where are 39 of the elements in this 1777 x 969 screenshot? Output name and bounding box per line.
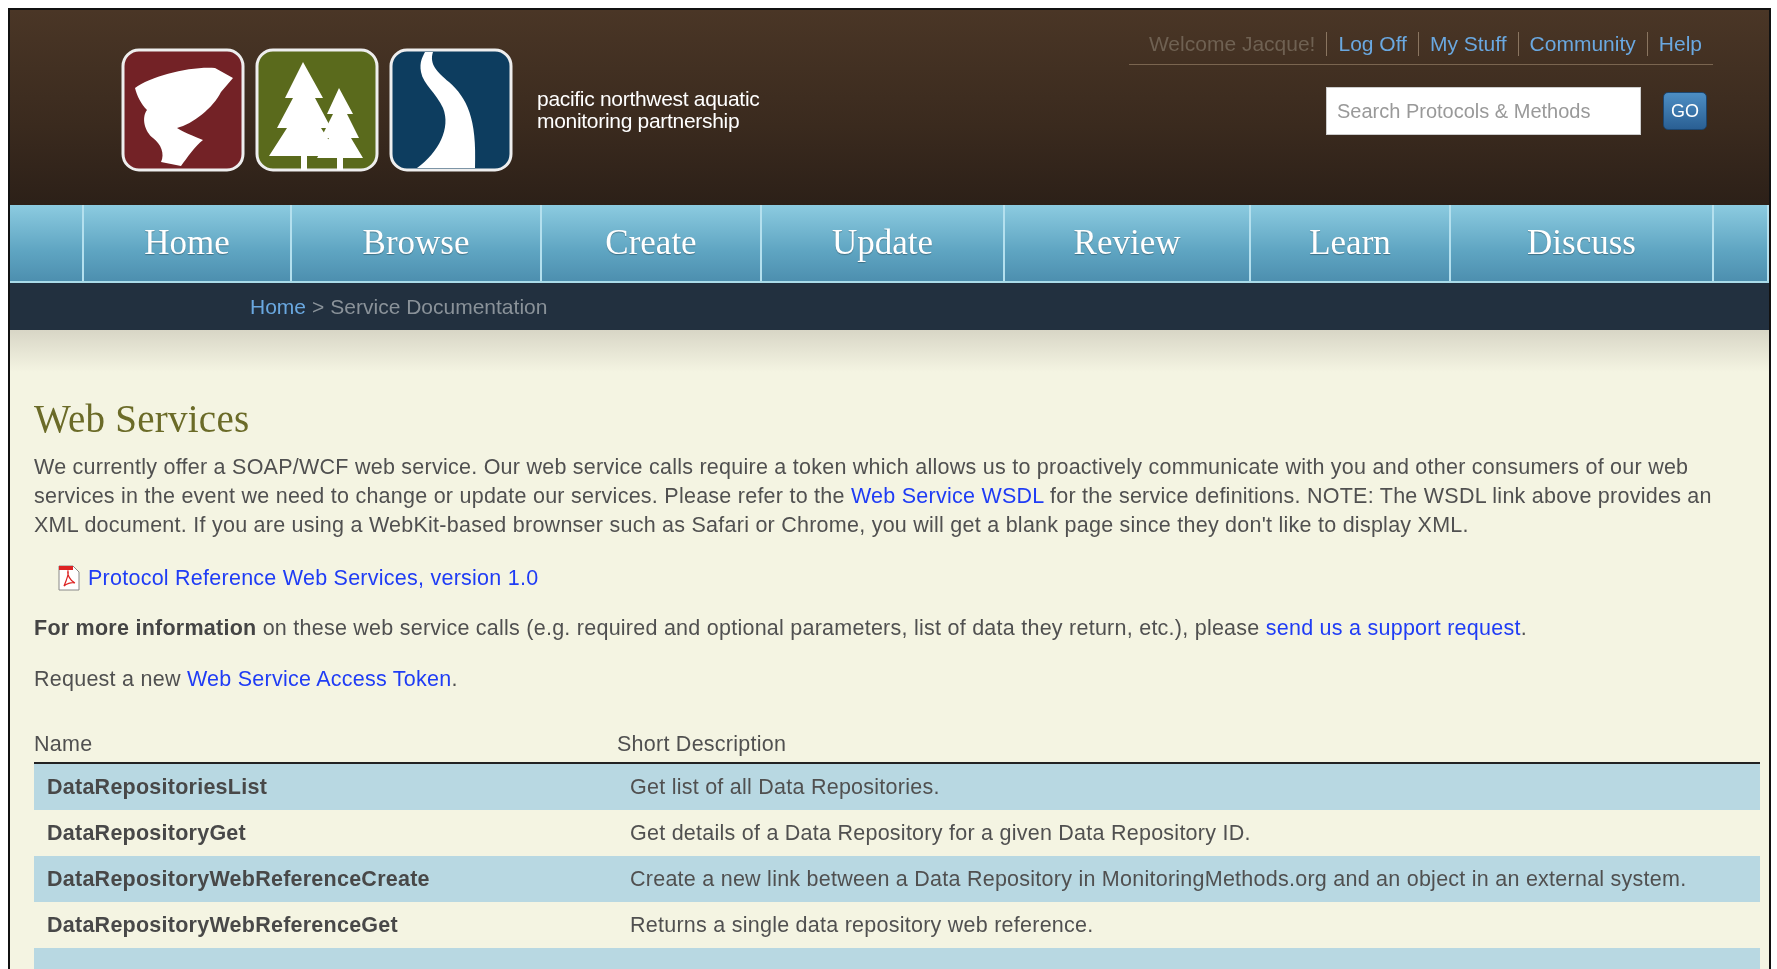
- nav-link[interactable]: Learn: [1309, 216, 1391, 270]
- nav-link[interactable]: Create: [605, 216, 697, 270]
- table-cell-text: DataRepositoryWebReferenceGet: [46, 912, 399, 940]
- table-cell-text: DataRepositoryWebReferenceCreate: [46, 866, 431, 894]
- logo-text-line: monitoring partnership: [537, 109, 740, 132]
- header-link[interactable]: Community: [1517, 32, 1647, 56]
- page-heading: Web Services: [34, 396, 251, 442]
- column-header: Name: [34, 731, 94, 759]
- table-cell-text: Returns a single data repository web reference.: [629, 912, 1095, 940]
- table-cell-text: DataRepositoryGet: [46, 820, 247, 848]
- river-logo-icon: [389, 47, 513, 172]
- search-field[interactable]: Search Protocols & Methods: [1326, 87, 1641, 135]
- table-cell-text: Get list of all Data Repositories.: [629, 774, 941, 802]
- header-link[interactable]: Log Off: [1326, 32, 1418, 56]
- token-paragraph: Request a new Web Service Access Token.: [34, 666, 459, 694]
- text-link[interactable]: Web Service Access Token: [186, 667, 452, 692]
- column-header: Short Description: [617, 731, 788, 759]
- tree-logo-icon: [255, 47, 379, 172]
- header-link[interactable]: Help: [1646, 32, 1713, 56]
- nav-link[interactable]: Home: [144, 216, 230, 270]
- nav-link[interactable]: Update: [831, 216, 934, 270]
- info-paragraph: For more information on these web service calls (e.g. required and optional parameters, list of data they return, etc.), please send us a support request.: [34, 615, 1528, 643]
- table-cell-text: DataRepositoriesList: [46, 774, 269, 802]
- header-link[interactable]: My Stuff: [1417, 32, 1518, 56]
- go-button[interactable]: GO: [1663, 92, 1707, 130]
- nav-link[interactable]: Review: [1073, 216, 1181, 270]
- breadcrumb-link[interactable]: Home: [250, 290, 307, 323]
- text-link[interactable]: send us a support request: [1265, 616, 1521, 641]
- nav-link[interactable]: Discuss: [1527, 216, 1636, 270]
- table-cell-text: Get details of a Data Repository for a given Data Repository ID.: [629, 820, 1252, 848]
- breadcrumb-separator: >: [312, 293, 325, 320]
- logo-text-line: pacific northwest aquatic: [537, 87, 760, 110]
- table-cell-text: Create a new link between a Data Repository in MonitoringMethods.org and an object in an external system.: [629, 866, 1688, 894]
- pdf-icon: [58, 564, 80, 591]
- breadcrumb-current: Service Documentation: [330, 293, 548, 320]
- intro-paragraph: We currently offer a SOAP/WCF web service. Our web service calls require a token which allows us to proactively communicate with you and other consumers of our web services in the event we need to change or update our services. Please refer to the Web Service WSDL for the service definitions. NOTE: The WSDL link above provides an XML document. If you are using a WebKit-based brownser such as Safari or Chrome, you will get a blank page since they don't like to display XML.: [34, 453, 1713, 539]
- nav-link[interactable]: Browse: [362, 216, 470, 270]
- text-link[interactable]: Web Service WSDL: [850, 483, 1044, 508]
- document-link[interactable]: Protocol Reference Web Services, version 1.0: [88, 561, 539, 595]
